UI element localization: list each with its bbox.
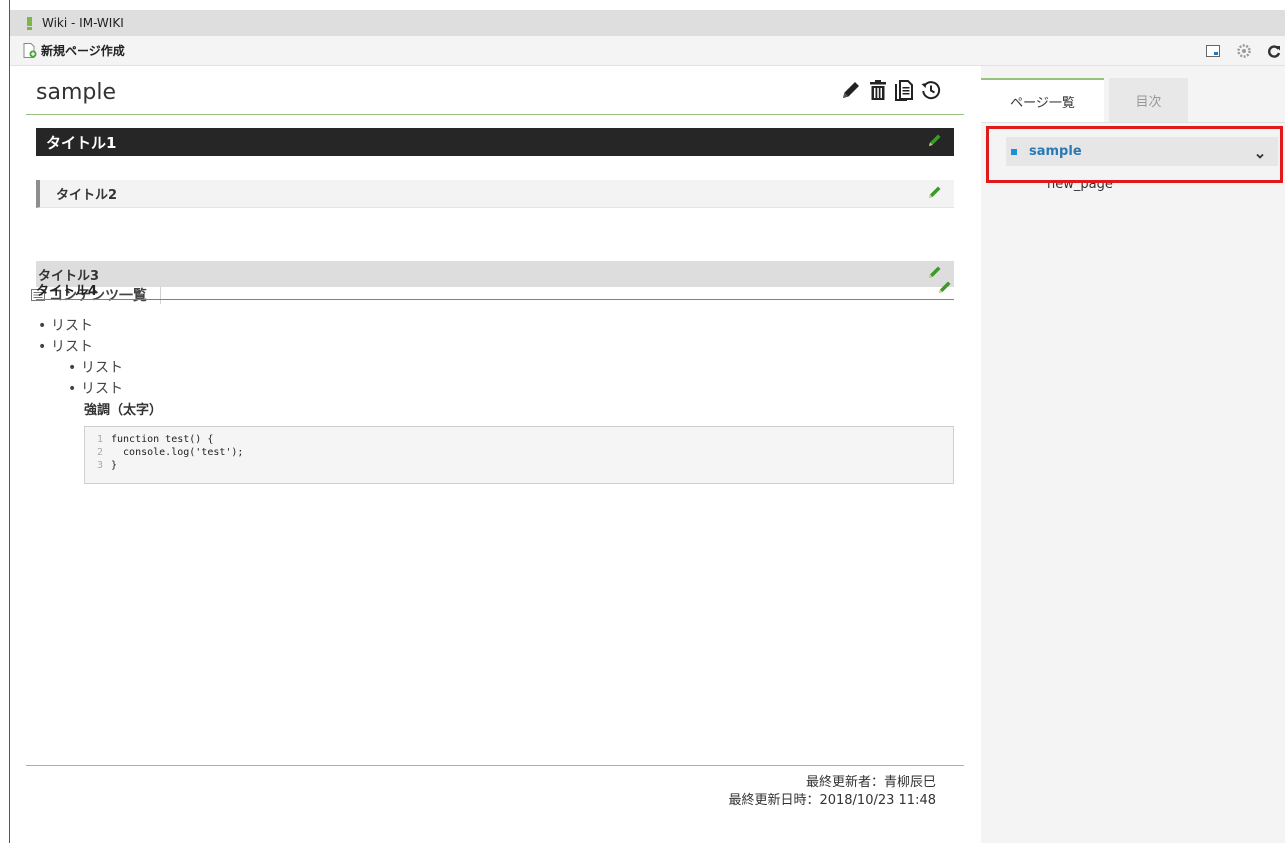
toolbar: コンテンツ一覧 新規ページ作成	[10, 36, 1285, 304]
wiki-app-icon	[27, 16, 32, 30]
code-line: 1 function test() {	[85, 433, 953, 446]
heading-2: タイトル2	[36, 180, 954, 208]
sidebar-tabs: ページ一覧 目次	[981, 78, 1285, 122]
last-updated-at: 最終更新日時：2018/10/23 11:48	[728, 793, 936, 808]
new-page-icon	[23, 43, 37, 58]
trash-icon[interactable]	[868, 79, 888, 105]
list-item: リスト	[36, 316, 162, 337]
edit-section-pencil-icon[interactable]	[938, 280, 952, 298]
code-line: 3}	[85, 459, 953, 472]
tab-page-list[interactable]: ページ一覧	[981, 78, 1104, 122]
page-meta: 最終更新者：青柳辰巳 最終更新日時：2018/10/23 11:48	[728, 774, 936, 810]
line-number: 3	[96, 460, 103, 471]
bullet-list: リスト リスト リスト リスト 強調（太字）	[36, 316, 162, 422]
last-updated-by: 最終更新者：青柳辰巳	[805, 775, 936, 790]
title-bar: Wiki - IM-WIKI	[10, 10, 1285, 36]
edit-section-pencil-icon[interactable]	[928, 133, 942, 151]
new-page-button[interactable]: 新規ページ作成	[23, 36, 125, 66]
settings-gear-icon[interactable]	[1237, 44, 1251, 58]
toolbar-right-tools	[1189, 36, 1285, 66]
code-block: 1 function test() { 2 console.log('test')…	[84, 426, 954, 484]
bold-text: 強調（太字）	[84, 403, 163, 418]
page-title: sample	[36, 80, 116, 105]
footer-divider	[26, 765, 964, 766]
history-icon[interactable]	[920, 79, 942, 105]
edit-section-pencil-icon[interactable]	[928, 185, 942, 203]
new-page-label: 新規ページ作成	[41, 44, 125, 58]
sub-list-item: リスト	[66, 358, 162, 379]
page-actions	[834, 79, 942, 105]
window-border	[9, 0, 10, 843]
heading-1-text: タイトル1	[46, 133, 117, 152]
window-title: Wiki - IM-WIKI	[42, 16, 124, 30]
sidebar: ページ一覧 目次 sample new_page	[981, 66, 1285, 843]
main-content: sample タイトル1 タイトル2 タイトル3 タイトル4 • リスト • リ…	[26, 66, 964, 843]
list-item: リスト	[36, 337, 162, 358]
sub-list-item: リスト	[66, 379, 162, 400]
line-number: 1	[96, 434, 103, 445]
panel-toggle-icon[interactable]	[1206, 45, 1220, 57]
title-divider	[26, 114, 964, 115]
code-text: function test() {	[111, 434, 214, 445]
tab-toc[interactable]: 目次	[1109, 78, 1188, 122]
heading-4: タイトル4	[36, 280, 954, 300]
heading-2-text: タイトル2	[56, 188, 118, 203]
heading-1: タイトル1	[36, 128, 954, 156]
heading-4-text: タイトル4	[36, 284, 98, 299]
highlight-box	[986, 126, 1283, 183]
line-number: 2	[96, 447, 103, 458]
code-text: }	[111, 460, 118, 471]
refresh-icon[interactable]	[1268, 44, 1281, 58]
edit-pencil-icon[interactable]	[840, 79, 862, 105]
code-text: console.log('test');	[111, 447, 244, 458]
tab-divider	[981, 122, 1285, 123]
copy-page-icon[interactable]	[894, 79, 914, 105]
code-line: 2 console.log('test');	[85, 446, 953, 459]
